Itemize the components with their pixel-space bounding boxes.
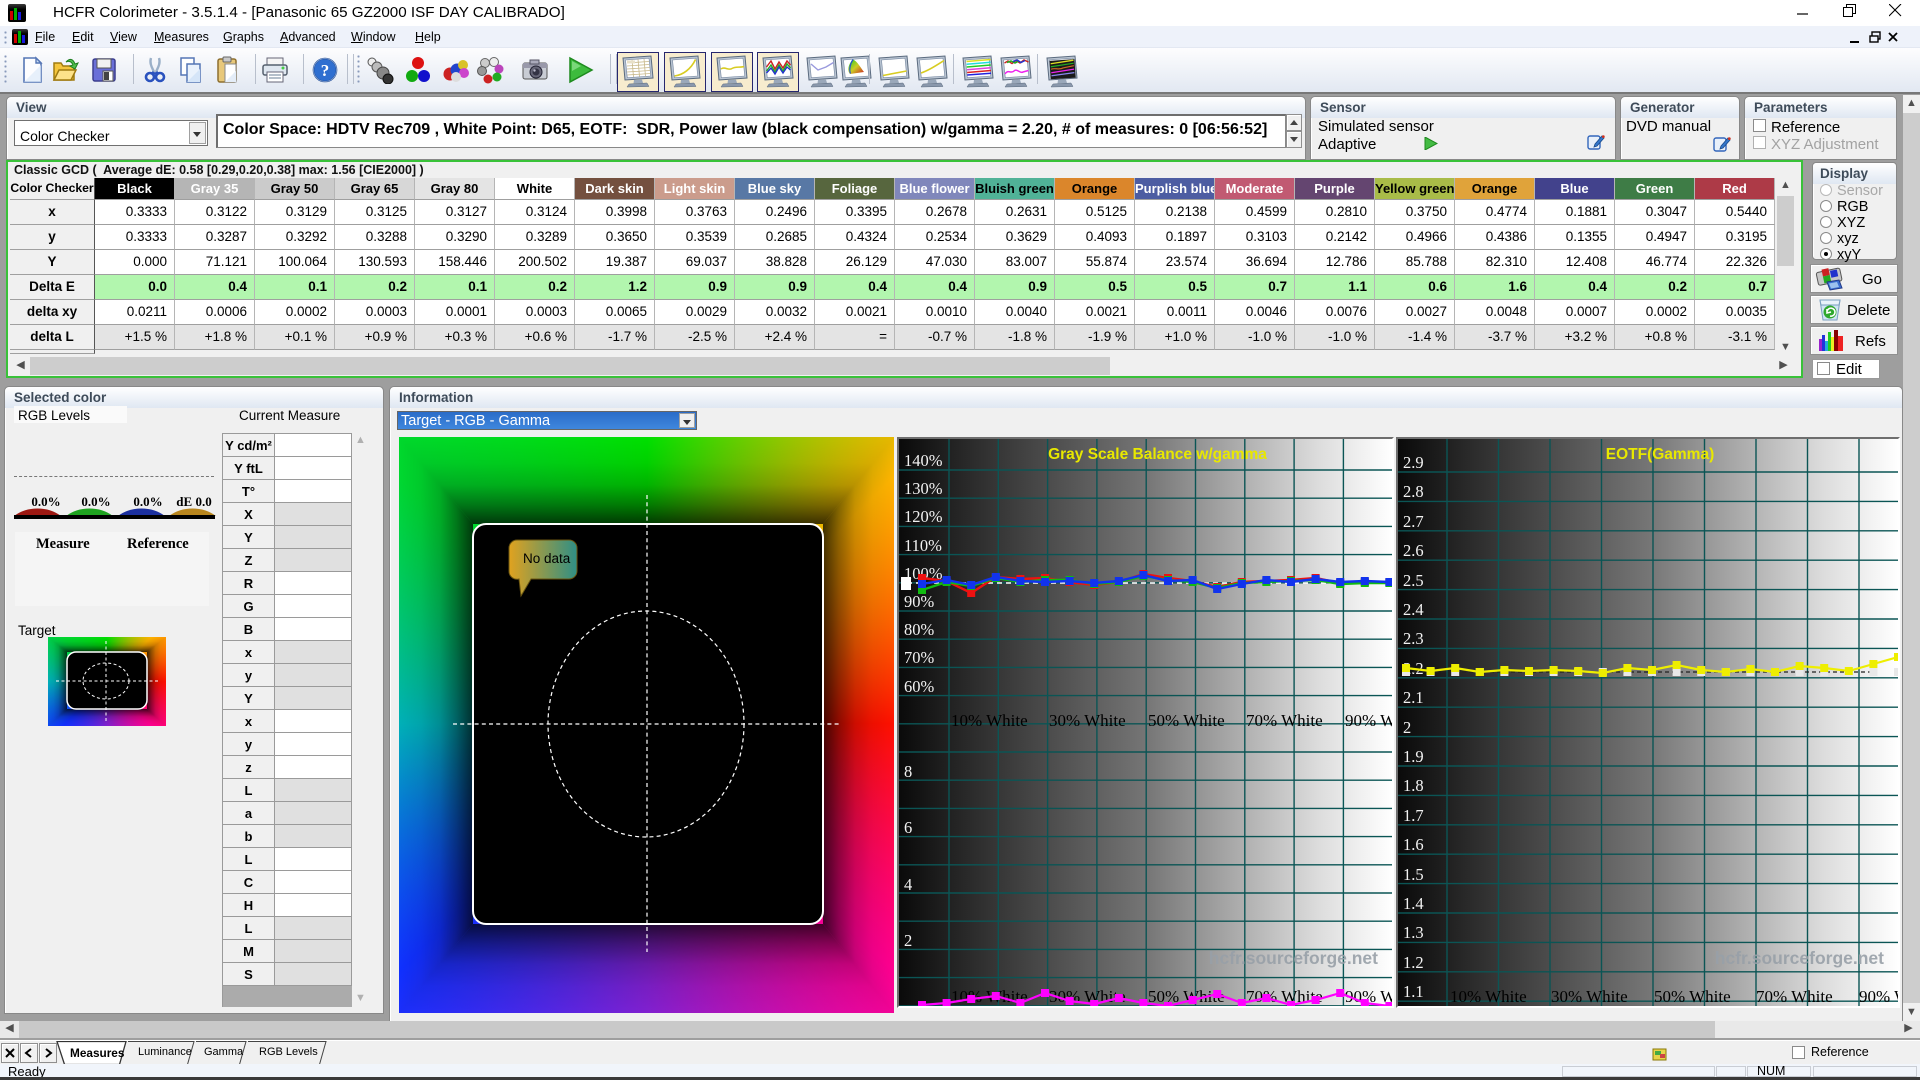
svg-text:6: 6	[904, 818, 912, 837]
svg-text:140%: 140%	[904, 451, 943, 470]
svg-text:90% Wh: 90% Wh	[1859, 987, 1898, 1006]
svg-text:1.9: 1.9	[1403, 747, 1424, 766]
svg-text:2.6: 2.6	[1403, 541, 1424, 560]
svg-text:70% White: 70% White	[1246, 711, 1323, 730]
svg-text:1.7: 1.7	[1403, 806, 1424, 825]
svg-text:50% White: 50% White	[1148, 987, 1225, 1006]
svg-text:2: 2	[1403, 718, 1411, 737]
svg-text:30% White: 30% White	[1049, 711, 1126, 730]
svg-text:8: 8	[904, 762, 912, 781]
svg-text:50% White: 50% White	[1654, 987, 1731, 1006]
svg-text:70% White: 70% White	[1756, 987, 1833, 1006]
svg-text:2.8: 2.8	[1403, 482, 1424, 501]
svg-text:2.3: 2.3	[1403, 629, 1424, 648]
svg-text:10% White: 10% White	[951, 711, 1028, 730]
svg-text:2.1: 2.1	[1403, 688, 1424, 707]
svg-text:1.8: 1.8	[1403, 776, 1424, 795]
svg-text:hcfr.sourceforge.net: hcfr.sourceforge.net	[1209, 948, 1378, 968]
svg-text:70%: 70%	[904, 648, 935, 667]
svg-text:130%: 130%	[904, 479, 943, 498]
svg-text:90% Wh: 90% Wh	[1345, 711, 1392, 730]
svg-text:1.3: 1.3	[1403, 923, 1424, 942]
svg-text:1.4: 1.4	[1403, 894, 1424, 913]
svg-text:2.7: 2.7	[1403, 512, 1424, 531]
svg-text:50% White: 50% White	[1148, 711, 1225, 730]
svg-text:60%: 60%	[904, 677, 935, 696]
svg-text:1.2: 1.2	[1403, 953, 1424, 972]
svg-text:?: ?	[321, 61, 330, 80]
svg-text:1.1: 1.1	[1403, 982, 1424, 1001]
svg-text:hcfr.sourceforge.net: hcfr.sourceforge.net	[1715, 948, 1884, 968]
svg-text:90%: 90%	[904, 592, 935, 611]
svg-text:30% White: 30% White	[1551, 987, 1628, 1006]
svg-text:4: 4	[904, 875, 912, 894]
svg-text:Gray Scale Balance w/gamma: Gray Scale Balance w/gamma	[1048, 446, 1267, 463]
svg-text:110%: 110%	[904, 536, 942, 555]
svg-text:1.5: 1.5	[1403, 865, 1424, 884]
svg-text:No data: No data	[523, 551, 571, 566]
svg-text:2.5: 2.5	[1403, 571, 1424, 590]
svg-text:2.4: 2.4	[1403, 600, 1424, 619]
svg-text:2.9: 2.9	[1403, 453, 1424, 472]
svg-text:1.6: 1.6	[1403, 835, 1424, 854]
svg-text:EOTF(Gamma): EOTF(Gamma)	[1606, 446, 1715, 463]
svg-text:80%: 80%	[904, 620, 935, 639]
svg-text:120%: 120%	[904, 507, 943, 526]
svg-text:10% White: 10% White	[1450, 987, 1527, 1006]
svg-text:2: 2	[904, 931, 912, 950]
